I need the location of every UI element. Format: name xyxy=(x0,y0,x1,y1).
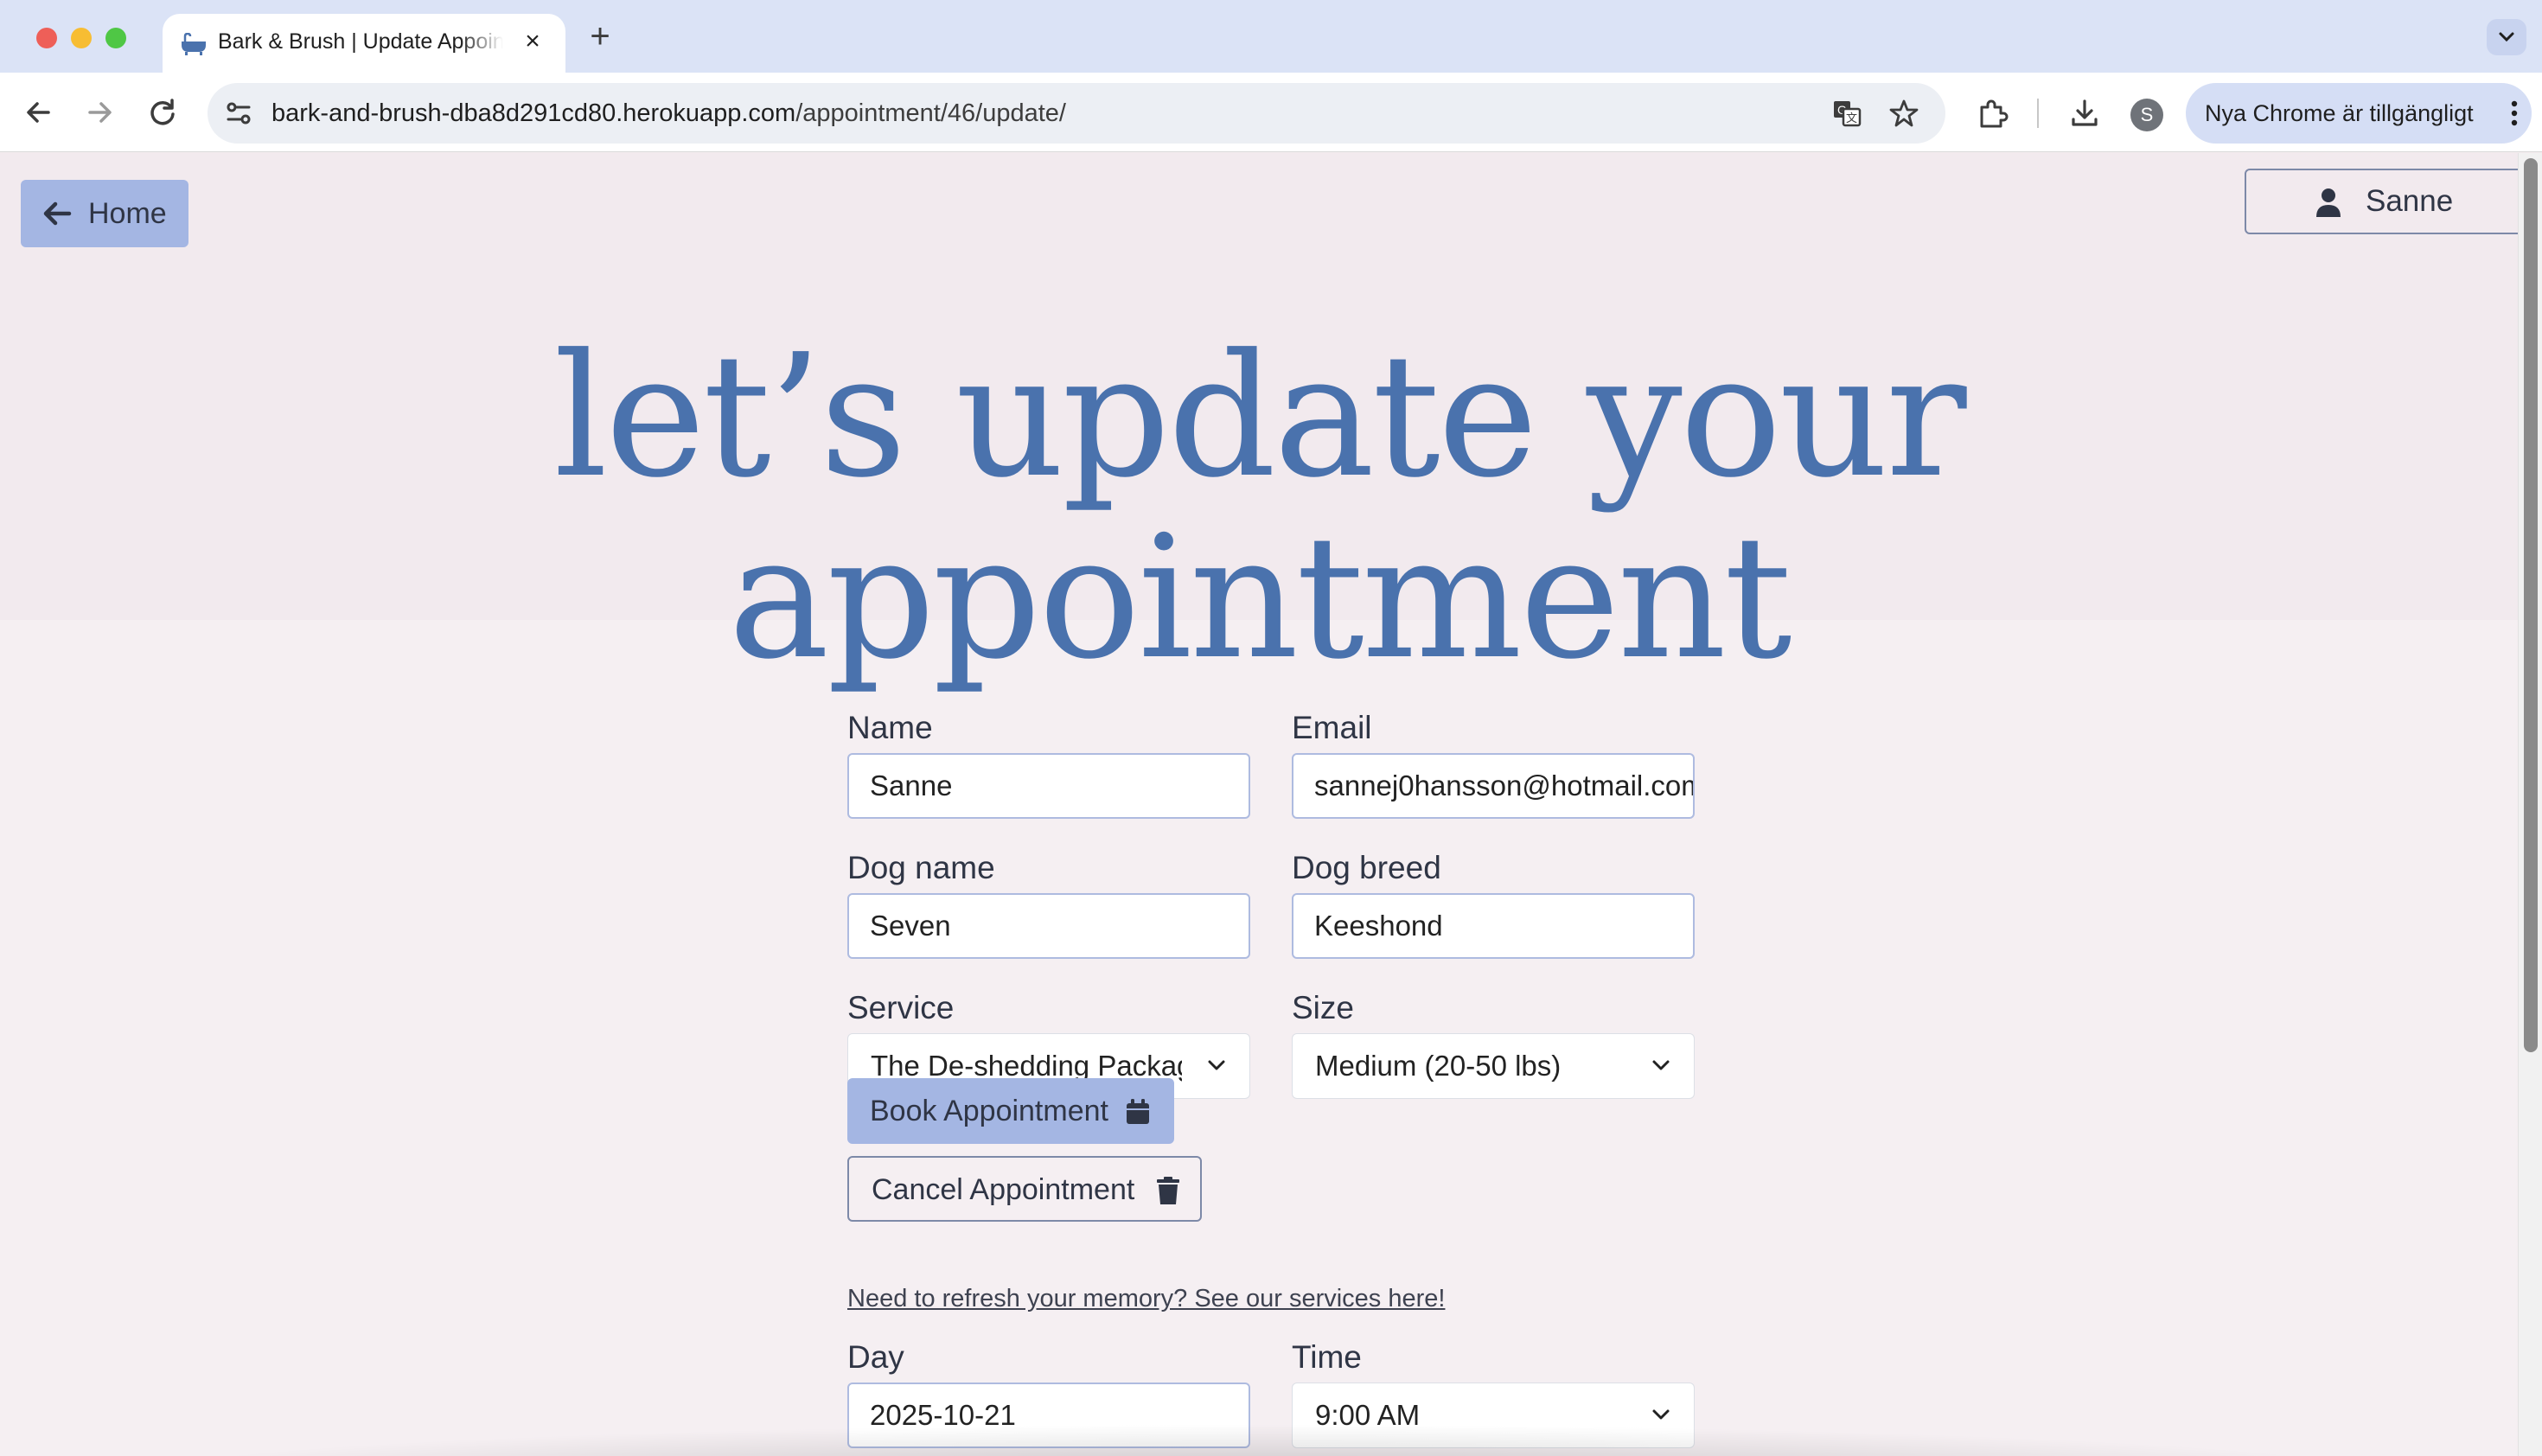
minimize-window-button[interactable] xyxy=(71,28,92,48)
new-tab-button[interactable]: + xyxy=(583,19,617,54)
page-content: Home Sanne let’s update your appointment… xyxy=(0,153,2518,1456)
day-label: Day xyxy=(847,1339,904,1375)
site-settings-icon[interactable] xyxy=(223,98,254,129)
tab-title: Bark & Brush | Update Appointment xyxy=(218,24,503,59)
maximize-window-button[interactable] xyxy=(105,28,126,48)
tab-close-icon[interactable]: × xyxy=(519,28,546,55)
size-label: Size xyxy=(1292,990,1354,1025)
translate-icon[interactable]: G 文 xyxy=(1831,98,1862,129)
close-window-button[interactable] xyxy=(36,28,57,48)
active-tab[interactable]: Bark & Brush | Update Appointment × xyxy=(163,14,565,73)
bookmark-star-icon[interactable] xyxy=(1888,98,1919,129)
back-arrow-icon[interactable] xyxy=(17,92,59,133)
email-label: Email xyxy=(1292,710,1372,745)
chevron-down-icon xyxy=(1652,1409,1670,1420)
book-appointment-label: Book Appointment xyxy=(870,1095,1108,1127)
kebab-menu-icon xyxy=(2511,100,2518,126)
toolbar-divider xyxy=(2037,99,2039,128)
dog-breed-label: Dog breed xyxy=(1292,850,1441,885)
user-name: Sanne xyxy=(2366,184,2454,218)
reload-icon[interactable] xyxy=(142,92,183,133)
size-select[interactable]: Medium (20-50 lbs) xyxy=(1292,1033,1695,1099)
dog-breed-input[interactable]: Keeshond xyxy=(1292,893,1695,959)
hero-section: Home Sanne let’s update your appointment xyxy=(0,153,2518,689)
forward-arrow-icon[interactable] xyxy=(80,92,121,133)
update-label: Nya Chrome är tillgängligt xyxy=(2205,100,2474,126)
url-path: /appointment/46/update/ xyxy=(795,99,1066,127)
bathtub-icon xyxy=(182,33,206,55)
user-icon xyxy=(2316,188,2341,217)
tab-search-button[interactable] xyxy=(2487,19,2526,55)
dog-name-label: Dog name xyxy=(847,850,995,885)
size-value: Medium (20-50 lbs) xyxy=(1315,1050,1562,1082)
url-text: bark-and-brush-dba8d291cd80.herokuapp.co… xyxy=(271,83,1066,144)
url-host: bark-and-brush-dba8d291cd80.herokuapp.co… xyxy=(271,99,796,127)
home-button-label: Home xyxy=(88,197,167,230)
arrow-left-icon xyxy=(43,201,72,226)
trash-icon xyxy=(1157,1177,1179,1204)
page-scrollbar[interactable] xyxy=(2518,153,2542,1456)
page-shadow xyxy=(121,1424,2404,1456)
chevron-down-icon xyxy=(2499,32,2514,42)
profile-avatar[interactable]: S xyxy=(2130,99,2163,131)
dog-name-input[interactable]: Seven xyxy=(847,893,1250,959)
scrollbar-thumb[interactable] xyxy=(2524,158,2538,1052)
service-label: Service xyxy=(847,990,955,1025)
browser-toolbar: bark-and-brush-dba8d291cd80.herokuapp.co… xyxy=(0,73,2542,152)
services-link[interactable]: Need to refresh your memory? See our ser… xyxy=(847,1285,1445,1313)
tab-strip: Bark & Brush | Update Appointment × + xyxy=(0,0,2542,73)
svg-text:文: 文 xyxy=(1846,112,1857,125)
chevron-down-icon xyxy=(1652,1060,1670,1070)
address-bar[interactable]: bark-and-brush-dba8d291cd80.herokuapp.co… xyxy=(208,83,1945,144)
chrome-update-button[interactable]: Nya Chrome är tillgängligt xyxy=(2186,83,2532,144)
user-account-button[interactable]: Sanne xyxy=(2245,169,2518,234)
download-icon[interactable] xyxy=(2068,97,2101,130)
cancel-appointment-button[interactable]: Cancel Appointment xyxy=(847,1156,1202,1222)
book-appointment-button[interactable]: Book Appointment xyxy=(847,1078,1174,1144)
extensions-icon[interactable] xyxy=(1977,97,2009,130)
name-input[interactable]: Sanne xyxy=(847,753,1250,819)
cancel-appointment-label: Cancel Appointment xyxy=(872,1173,1135,1206)
home-button[interactable]: Home xyxy=(21,180,188,247)
name-label: Name xyxy=(847,710,933,745)
browser-window: Bark & Brush | Update Appointment × + xyxy=(0,0,2542,1456)
calendar-icon xyxy=(1127,1099,1149,1124)
chevron-down-icon xyxy=(1208,1060,1225,1070)
email-input[interactable]: sannej0hansson@hotmail.com xyxy=(1292,753,1695,819)
page-title: let’s update your appointment xyxy=(553,318,1966,697)
time-label: Time xyxy=(1292,1339,1362,1375)
